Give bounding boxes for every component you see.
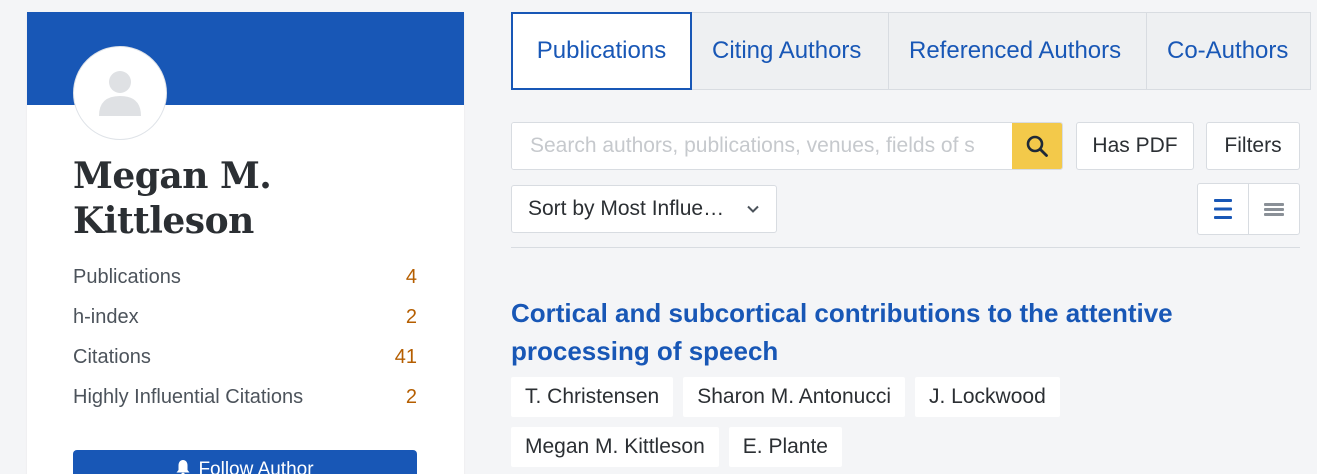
- list-view-icon: [1214, 199, 1232, 219]
- author-name: Megan M. Kittleson: [73, 155, 272, 242]
- stat-label: Citations: [73, 345, 151, 368]
- stat-value: 2: [405, 305, 417, 328]
- has-pdf-button[interactable]: Has PDF: [1076, 122, 1194, 170]
- stat-value: 41: [394, 345, 417, 368]
- tab-co-authors[interactable]: Co-Authors: [1147, 12, 1311, 90]
- tab-citing-authors[interactable]: Citing Authors: [692, 12, 889, 90]
- stat-row-highly-influential-citations: Highly Influential Citations 2: [73, 377, 417, 417]
- follow-author-label: Follow Author: [198, 459, 314, 474]
- avatar: [73, 46, 167, 140]
- tab-publications[interactable]: Publications: [511, 12, 692, 90]
- search-icon: [1026, 135, 1048, 157]
- stat-row-citations: Citations 41: [73, 337, 417, 377]
- list-view-button[interactable]: [1198, 184, 1248, 234]
- author-profile-card: Megan M. Kittleson Publications 4 h-inde…: [27, 12, 464, 474]
- search-box: [511, 122, 1063, 170]
- compact-list-icon: [1264, 203, 1284, 216]
- paper-title-link[interactable]: Cortical and subcortical contributions t…: [511, 294, 1231, 370]
- stat-row-h-index: h-index 2: [73, 297, 417, 337]
- paper-authors: T. Christensen Sharon M. Antonucci J. Lo…: [511, 377, 1111, 467]
- stat-label: Highly Influential Citations: [73, 385, 304, 408]
- tab-referenced-authors[interactable]: Referenced Authors: [889, 12, 1147, 90]
- follow-author-button[interactable]: Follow Author: [73, 450, 417, 474]
- chevron-down-icon: [747, 205, 759, 213]
- author-chip[interactable]: J. Lockwood: [915, 377, 1060, 417]
- search-input[interactable]: [512, 123, 1012, 169]
- filters-button[interactable]: Filters: [1206, 122, 1300, 170]
- stat-value: 4: [405, 265, 417, 288]
- sort-dropdown-label: Sort by Most Influe…: [528, 197, 725, 220]
- stat-row-publications: Publications 4: [73, 257, 417, 297]
- stat-value: 2: [405, 385, 417, 408]
- author-chip[interactable]: Megan M. Kittleson: [511, 427, 719, 467]
- author-tabs: Publications Citing Authors Referenced A…: [511, 12, 1311, 90]
- stat-label: Publications: [73, 265, 181, 288]
- author-chip[interactable]: Sharon M. Antonucci: [683, 377, 906, 417]
- bell-icon: [176, 460, 190, 474]
- author-stats: Publications 4 h-index 2 Citations 41 Hi…: [73, 257, 417, 417]
- author-chip[interactable]: T. Christensen: [511, 377, 674, 417]
- divider: [511, 247, 1300, 248]
- sort-dropdown[interactable]: Sort by Most Influe…: [511, 185, 777, 233]
- person-silhouette-icon: [99, 71, 141, 116]
- author-chip[interactable]: E. Plante: [728, 427, 842, 467]
- compact-view-button[interactable]: [1248, 184, 1299, 234]
- search-button[interactable]: [1012, 123, 1062, 169]
- view-mode-toggle: [1197, 183, 1300, 235]
- stat-label: h-index: [73, 305, 139, 328]
